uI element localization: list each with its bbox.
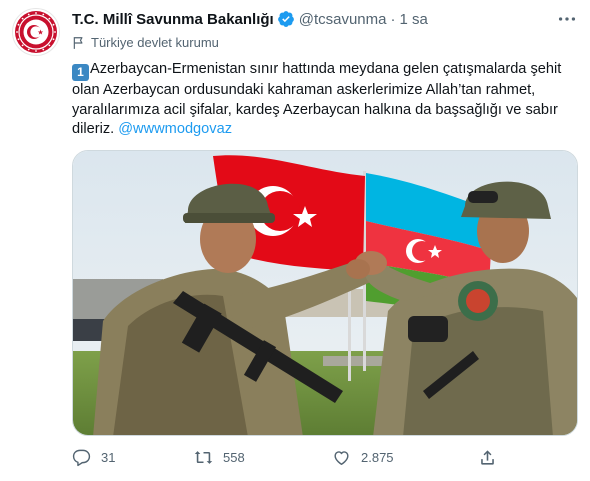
tweet-header: T.C. Millî Savunma Bakanlığı @tcsavunma … xyxy=(72,8,578,30)
retweet-icon xyxy=(194,451,213,464)
soldiers-handshake-photo xyxy=(73,151,577,435)
more-options-icon[interactable] xyxy=(556,8,578,30)
share-icon xyxy=(481,450,494,465)
separator-dot: · xyxy=(390,10,396,28)
avatar[interactable] xyxy=(12,8,60,56)
user-handle[interactable]: @tcsavunma xyxy=(299,11,387,28)
display-name[interactable]: T.C. Millî Savunma Bakanlığı xyxy=(72,11,274,28)
like-icon xyxy=(334,451,349,465)
share-button[interactable] xyxy=(478,448,507,467)
verified-badge-icon xyxy=(277,11,294,27)
like-count: 2.875 xyxy=(361,450,394,465)
like-button[interactable]: 2.875 xyxy=(332,448,394,467)
tweet-actions: 31 558 2.875 xyxy=(72,448,542,470)
account-label: Türkiye devlet kurumu xyxy=(72,35,219,50)
tweet-text: 1 Azerbaycan-Ermenistan sınır hattında me… xyxy=(72,60,578,140)
tweet-photo[interactable] xyxy=(72,150,578,436)
reply-count: 31 xyxy=(101,450,116,465)
retweet-count: 558 xyxy=(223,450,245,465)
reply-icon xyxy=(72,449,91,467)
retweet-button[interactable]: 558 xyxy=(194,448,245,467)
government-flag-icon xyxy=(73,36,83,49)
timestamp[interactable]: 1 sa xyxy=(399,11,427,28)
reply-button[interactable]: 31 xyxy=(72,448,115,467)
keycap-one-emoji: 1 xyxy=(72,64,89,81)
mention-link[interactable]: @wwwmodgovaz xyxy=(118,121,232,137)
account-label-text: Türkiye devlet kurumu xyxy=(91,35,219,50)
ministry-seal-icon xyxy=(15,11,57,53)
